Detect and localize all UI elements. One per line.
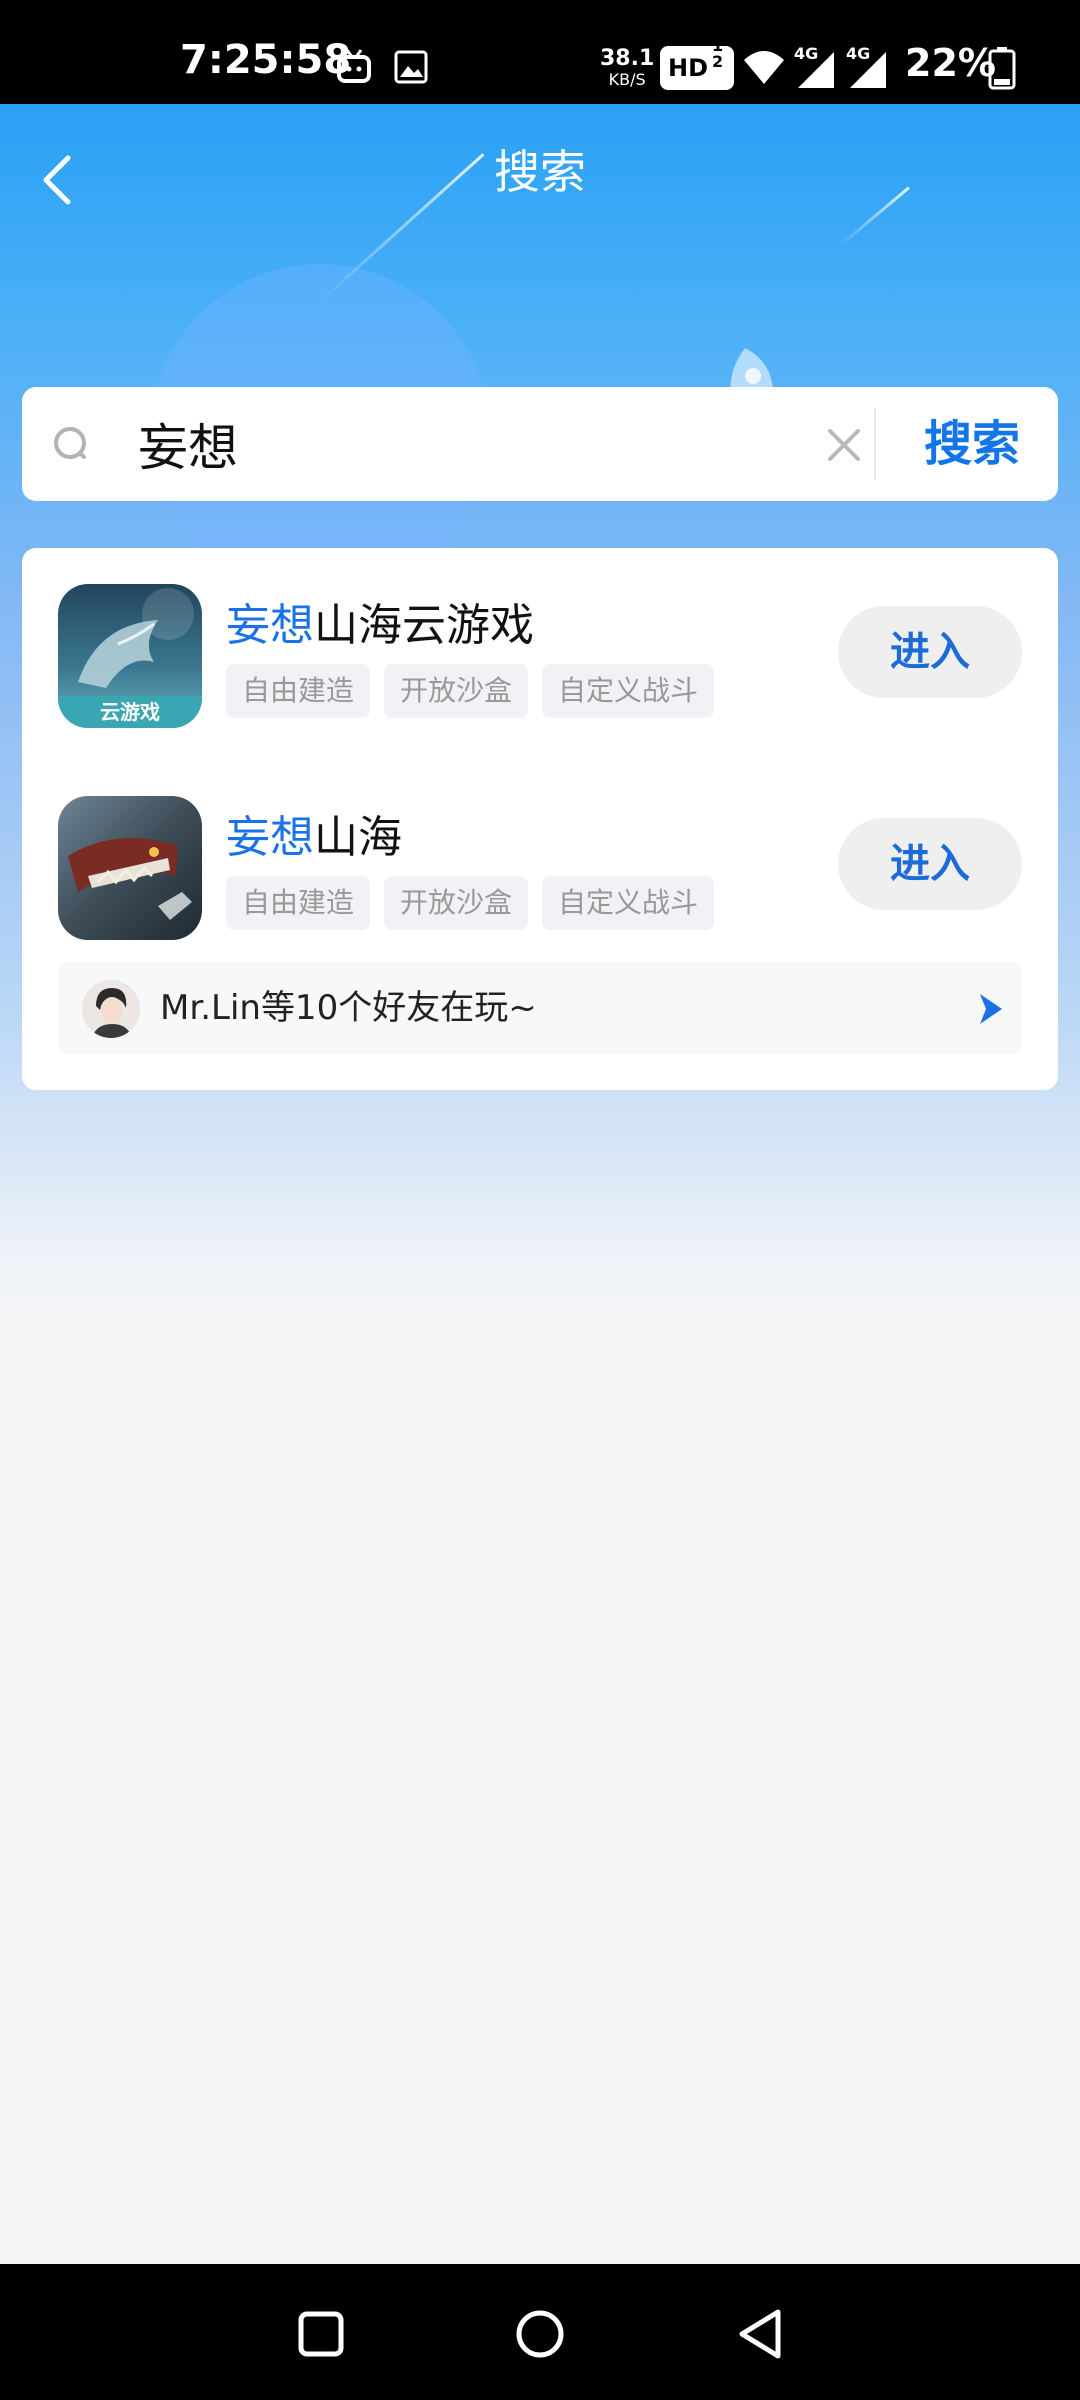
signal-icon (798, 52, 834, 88)
tag-list: 自由建造 开放沙盒 自定义战斗 (226, 664, 715, 718)
tag-list: 自由建造 开放沙盒 自定义战斗 (226, 876, 715, 930)
home-circle-icon[interactable] (510, 2304, 570, 2364)
navigation-bar (0, 2264, 1080, 2400)
net-speed-value: 38.1 (600, 46, 655, 71)
net-speed-unit: KB/S (608, 70, 646, 89)
avatar (82, 980, 140, 1038)
status-bar: 7:25:58 38.1 KB/S HD 1 2 4G 4G 22% (0, 0, 1080, 104)
tag: 自定义战斗 (542, 876, 715, 930)
image-icon (394, 50, 428, 84)
close-icon[interactable] (822, 423, 866, 467)
tag: 开放沙盒 (384, 876, 529, 930)
results-card: 云游戏 妄想山海云游戏 自由建造 开放沙盒 自定义战斗 进入 妄想山海 自由建造… (22, 548, 1058, 1090)
tag: 自由建造 (226, 876, 371, 930)
friends-text: Mr.Lin等10个好友在玩~ (160, 988, 537, 1028)
result-item[interactable]: 妄想山海 自由建造 开放沙盒 自定义战斗 进入 (22, 796, 1058, 946)
hd-badge: HD 1 2 (660, 38, 734, 90)
wifi-icon (744, 51, 784, 84)
search-divider (874, 409, 876, 479)
game-title: 妄想山海 (226, 808, 402, 868)
search-input[interactable] (138, 409, 798, 479)
recents-square-icon[interactable] (291, 2304, 351, 2364)
hd-sims: 1 2 (712, 36, 724, 71)
tag: 自由建造 (226, 664, 371, 718)
friends-playing-bar[interactable]: Mr.Lin等10个好友在玩~ (58, 962, 1022, 1054)
result-item[interactable]: 云游戏 妄想山海云游戏 自由建造 开放沙盒 自定义战斗 进入 (22, 584, 1058, 734)
enter-button[interactable]: 进入 (838, 818, 1022, 910)
search-icon (54, 427, 86, 459)
net-speed: 38.1 KB/S (600, 48, 654, 88)
status-time: 7:25:58 (180, 37, 352, 83)
title-rest: 山海云游戏 (314, 600, 534, 651)
title-highlight: 妄想 (226, 812, 314, 863)
signal-icon (850, 52, 886, 88)
tag: 自定义战斗 (542, 664, 715, 718)
page-title: 搜索 (494, 145, 586, 199)
title-highlight: 妄想 (226, 600, 314, 651)
tag: 开放沙盒 (384, 664, 529, 718)
cloud-game-badge: 云游戏 (100, 700, 160, 724)
battery-percent: 22% (905, 41, 996, 85)
title-rest: 山海 (314, 812, 402, 863)
chevron-right-icon (980, 994, 1002, 1024)
search-bar: 搜索 (22, 387, 1058, 501)
hd-label: HD (668, 54, 709, 82)
search-button[interactable]: 搜索 (902, 409, 1042, 479)
back-triangle-icon[interactable] (732, 2304, 792, 2364)
game-icon-wangxiang-cloud[interactable]: 云游戏 (58, 584, 202, 728)
battery-icon (988, 47, 1016, 90)
game-title: 妄想山海云游戏 (226, 596, 534, 656)
game-icon-wangxiang[interactable] (58, 796, 202, 940)
enter-button[interactable]: 进入 (838, 606, 1022, 698)
tv-icon (337, 49, 371, 83)
